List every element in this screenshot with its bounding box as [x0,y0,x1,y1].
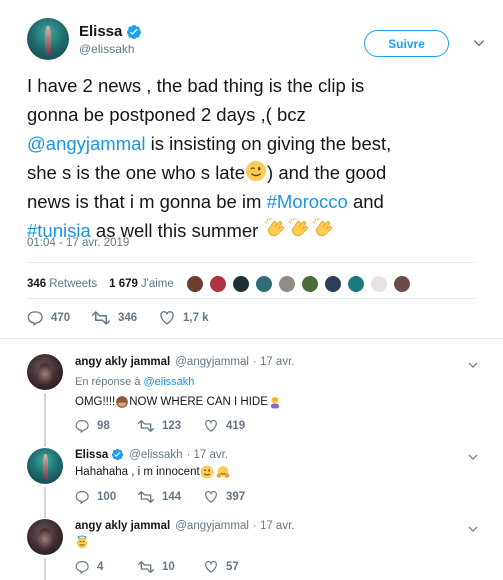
reply-time[interactable]: · 17 avr. [253,520,295,532]
liker-avatar[interactable] [369,275,388,293]
heart-icon [205,560,217,573]
liker-avatar[interactable] [208,275,227,293]
retweet-icon [138,419,154,433]
like-button[interactable]: 57 [204,560,239,574]
tweet-line: she s is the one who s late) and the goo… [27,160,387,183]
author-handle[interactable]: @elissakh [79,42,135,56]
avatar[interactable] [27,519,63,555]
thread-connector [44,487,46,515]
avatar[interactable] [27,354,63,390]
retweet-button[interactable]: 10 [138,560,175,574]
liker-avatar[interactable] [277,275,296,293]
liker-avatar[interactable] [231,275,250,293]
clapping-hands-emoji-icon [313,218,334,237]
reply-button[interactable]: 470 [27,310,70,326]
chevron-down-icon[interactable] [472,36,486,50]
retweet-icon [138,490,154,504]
reply-time[interactable]: · 17 avr. [186,449,228,461]
tweet-line: gonna be postponed 2 days ,( bcz [27,104,306,125]
reply-tweet[interactable]: angy akly jammal @angyjammal · 17 avr. E… [0,343,503,443]
reply-author-handle[interactable]: @elissakh [129,449,182,461]
main-tweet: Elissa @elissakh Suivre I have 2 news , … [0,0,503,338]
author-handle-row: @elissakh [79,42,135,56]
avatar[interactable] [27,18,69,60]
winking-face-emoji-icon [245,160,267,182]
follow-button[interactable]: Suivre [364,30,449,57]
reply-time[interactable]: · 17 avr. [253,356,295,368]
retweet-button[interactable]: 346 [92,310,137,326]
reply-icon [75,561,89,574]
reply-icon [27,311,43,326]
author-name-row: Elissa [79,23,142,40]
tweet-timestamp[interactable]: 01:04 - 17 avr. 2019 [27,237,129,249]
reply-to-link[interactable]: @elissakh [144,376,195,388]
reply-button[interactable]: 100 [75,490,116,504]
heart-icon [160,311,174,325]
reply-text: Hahahaha , i m innocent [75,465,230,479]
like-button[interactable]: 419 [204,419,245,433]
reply-tweet[interactable]: angy akly jammal @angyjammal · 17 avr. 4… [0,515,503,580]
reply-author-handle[interactable]: @angyjammal [175,520,249,532]
avatar[interactable] [27,448,63,484]
clapping-hands-emoji-icon [289,218,310,237]
liker-avatar[interactable] [323,275,342,293]
liker-avatar[interactable] [300,275,319,293]
like-stat[interactable]: 1 679 J'aime [109,278,174,290]
person-facepalming-emoji-icon [270,396,279,409]
tweet-line: @angyjammal is insisting on giving the b… [27,133,392,154]
reply-tweet[interactable]: Elissa @elissakh · 17 avr. Hahahaha , i … [0,443,503,515]
hugging-face-emoji-icon [216,466,230,478]
hashtag-link[interactable]: #Morocco [267,191,348,212]
reply-icon [75,491,89,504]
chevron-down-icon[interactable] [467,451,479,463]
reply-author-name[interactable]: Elissa [75,449,108,461]
reply-author-name[interactable]: angy akly jammal [75,520,170,532]
retweet-stat[interactable]: 346 Retweets [27,278,97,290]
winking-face-emoji-icon [200,465,214,479]
see-no-evil-monkey-emoji-icon [116,396,129,408]
heart-icon [205,419,217,432]
tweet-line: I have 2 news , the bad thing is the cli… [27,75,365,96]
liker-avatar[interactable] [392,275,411,293]
reply-name-row: angy akly jammal @angyjammal · 17 avr. [75,356,294,368]
verified-badge-icon [112,448,124,461]
tweet-text: I have 2 news , the bad thing is the cli… [27,71,497,245]
reply-author-name[interactable]: angy akly jammal [75,356,170,368]
liker-avatar[interactable] [185,275,204,293]
divider [0,338,503,339]
mention-link[interactable]: @angyjammal [27,133,146,154]
divider [27,298,475,299]
reply-button[interactable]: 4 [75,560,103,574]
liker-avatar[interactable] [254,275,273,293]
like-button[interactable]: 1,7 k [159,310,209,326]
reply-text: OMG!!!! NOW WHERE CAN I HIDE [75,395,282,409]
like-button[interactable]: 397 [204,490,245,504]
retweet-button[interactable]: 123 [138,419,181,433]
reply-name-row: angy akly jammal @angyjammal · 17 avr. [75,520,294,532]
retweet-icon [138,560,154,574]
thread-connector [44,558,46,580]
retweet-button[interactable]: 144 [138,490,181,504]
verified-badge-icon [127,24,142,39]
smiling-face-with-halo-emoji-icon [76,535,88,549]
reply-text [75,535,89,549]
reply-context: En réponse à @elissakh [75,376,195,388]
tweet-line: news is that i m gonna be im #Morocco an… [27,191,384,212]
chevron-down-icon[interactable] [467,523,479,535]
heart-icon [205,490,217,503]
author-name[interactable]: Elissa [79,23,122,40]
thread-connector [44,393,46,443]
divider [27,262,475,263]
retweet-icon [92,310,110,326]
reply-author-handle[interactable]: @angyjammal [175,356,249,368]
thread-connector [44,515,46,518]
engagement-stats: 346 Retweets 1 679 J'aime [27,275,416,293]
chevron-down-icon[interactable] [467,359,479,371]
reply-icon [75,420,89,433]
reply-name-row: Elissa @elissakh · 17 avr. [75,448,228,461]
thread-connector [44,443,46,447]
liker-avatar[interactable] [346,275,365,293]
clapping-hands-emoji-icon [265,218,286,237]
reply-button[interactable]: 98 [75,419,110,433]
